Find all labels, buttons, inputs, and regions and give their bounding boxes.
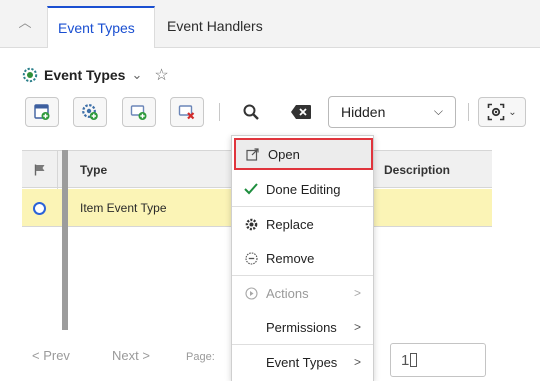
add-item-button[interactable] [122, 97, 156, 127]
event-types-gear-icon [22, 67, 38, 83]
actions-circle-icon [244, 286, 258, 300]
remove-circle-icon [244, 251, 258, 265]
new-form-icon [34, 104, 50, 120]
search-icon [243, 104, 259, 120]
chevron-right-icon: > [353, 355, 361, 369]
menu-item-remove-label: Remove [266, 250, 315, 266]
search-button[interactable] [237, 97, 265, 127]
star-outline-icon[interactable]: ☆ [154, 65, 168, 85]
new-gear-button[interactable] [73, 97, 107, 127]
row-select-radio[interactable] [33, 202, 46, 215]
tab-event-types[interactable]: Event Types [47, 6, 155, 48]
page-title[interactable]: Event Types [44, 67, 125, 83]
menu-item-replace-label: Replace [266, 216, 314, 232]
flag-icon [34, 164, 44, 176]
new-form-button[interactable] [25, 97, 59, 127]
context-menu: Open Done Editing Replace Remove Actions… [231, 135, 374, 381]
menu-item-event-types-label: Event Types [266, 354, 338, 370]
flag-column-header[interactable] [22, 151, 58, 189]
menu-item-open[interactable]: Open [234, 138, 373, 170]
cell-type: Item Event Type [80, 201, 167, 215]
tab-event-handlers[interactable]: Event Handlers [157, 6, 273, 48]
toolbar-separator [468, 103, 469, 121]
menu-item-actions[interactable]: Actions > [232, 276, 373, 310]
clear-button[interactable] [284, 97, 318, 127]
pager-page-label: Page: [186, 351, 215, 363]
open-external-icon [245, 147, 259, 161]
menu-item-permissions-label: Permissions [266, 319, 337, 335]
filter-select[interactable]: Hidden ⌵ [328, 96, 456, 128]
title-chevron-down-icon[interactable]: ⌄ [131, 67, 142, 83]
chevron-right-icon: > [353, 320, 361, 334]
chevron-right-icon: > [353, 286, 361, 300]
filter-select-value: Hidden [341, 104, 386, 120]
page-number-value: 1 [401, 351, 410, 369]
menu-item-replace[interactable]: Replace [232, 207, 373, 241]
collapse-caret-icon[interactable]: ︿ [18, 16, 32, 30]
menu-item-remove[interactable]: Remove [232, 241, 373, 275]
clear-icon [291, 105, 311, 119]
chevron-down-icon: ⌄ [508, 106, 517, 118]
delete-item-button[interactable] [170, 97, 204, 127]
column-header-description[interactable]: Description [384, 163, 450, 177]
pager-prev-button[interactable]: < Prev [32, 348, 70, 363]
column-resize-handle[interactable] [62, 150, 68, 330]
menu-item-event-types[interactable]: Event Types > [232, 345, 373, 379]
chevron-down-icon: ⌵ [433, 104, 443, 118]
menu-item-actions-label: Actions [266, 285, 309, 301]
delete-item-icon [178, 105, 195, 120]
menu-item-done-editing[interactable]: Done Editing [232, 172, 373, 206]
title-row: Event Types ⌄ ☆ [22, 64, 169, 86]
view-settings-button[interactable]: ⌄ [478, 97, 526, 127]
new-gear-icon [82, 104, 98, 120]
toolbar-separator [219, 103, 220, 121]
column-header-type[interactable]: Type [80, 163, 107, 177]
pager-next-button[interactable]: Next > [112, 348, 150, 363]
checkmark-icon [244, 182, 258, 196]
view-settings-icon [487, 103, 505, 121]
tab-event-handlers-label: Event Handlers [167, 18, 263, 34]
tab-strip: ︿ Event Types Event Handlers [0, 0, 540, 48]
tab-event-types-label: Event Types [58, 20, 135, 36]
menu-item-open-label: Open [268, 146, 300, 162]
page-number-input[interactable]: 1 [390, 343, 486, 377]
menu-item-permissions[interactable]: Permissions > [232, 310, 373, 344]
menu-item-done-editing-label: Done Editing [266, 181, 341, 197]
text-cursor-box [410, 353, 418, 367]
replace-gear-icon [244, 217, 258, 231]
add-item-icon [130, 105, 147, 120]
